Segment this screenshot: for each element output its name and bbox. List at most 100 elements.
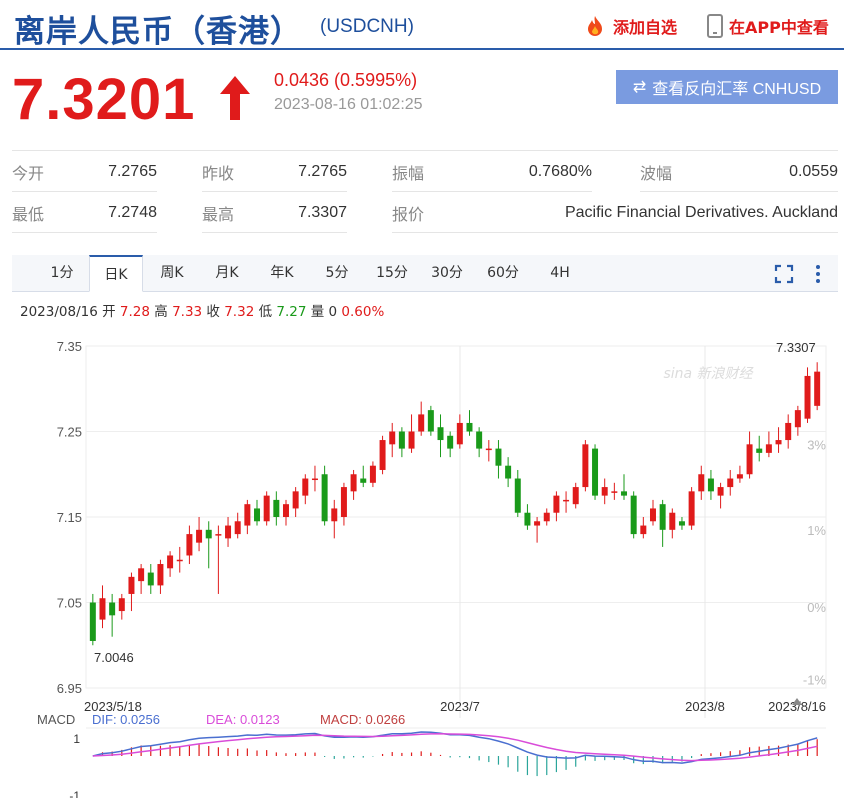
candle-body <box>765 444 772 453</box>
candle <box>109 593 116 637</box>
x-tick-label: 2023/8 <box>685 699 725 714</box>
tab-weekly[interactable]: 周K <box>145 255 199 292</box>
tab-15min[interactable]: 15分 <box>365 255 419 292</box>
pct-tick-label: -1% <box>803 672 827 687</box>
candle-body <box>427 410 434 432</box>
candle-body <box>263 495 270 522</box>
candle-body <box>244 504 251 526</box>
candle-body <box>340 487 347 517</box>
add-watchlist-label: 添加自选 <box>613 18 678 37</box>
fullscreen-icon[interactable] <box>774 264 794 284</box>
view-in-app-button[interactable]: 在APP中查看 <box>707 14 829 38</box>
more-icon[interactable] <box>808 264 828 284</box>
y-tick-label: 7.15 <box>57 510 82 525</box>
macd-tick-label: -1 <box>69 789 80 798</box>
candle <box>659 499 666 547</box>
candle-body <box>389 431 396 445</box>
candle-body <box>360 478 367 483</box>
stat-quote-source: 报价 Pacific Financial Derivatives. Aucklan… <box>392 193 838 233</box>
tab-1min[interactable]: 1分 <box>34 255 90 292</box>
tab-monthly[interactable]: 月K <box>200 255 254 292</box>
y-tick-label: 7.25 <box>57 425 82 440</box>
candle-body <box>89 602 96 641</box>
pct-tick-label: 1% <box>807 523 826 538</box>
add-watchlist-button[interactable]: 添加自选 <box>583 14 677 38</box>
tab-30min[interactable]: 30分 <box>420 255 474 292</box>
candle <box>592 444 599 500</box>
pct-tick-label: 0% <box>807 600 826 615</box>
macd-legend-label: DIF: 0.0256 <box>92 712 160 727</box>
candle-body <box>447 435 454 449</box>
tab-5min[interactable]: 5分 <box>310 255 364 292</box>
candle <box>688 487 695 530</box>
candle <box>485 440 492 462</box>
candle <box>176 546 183 573</box>
stat-low: 最低 7.2748 <box>12 193 157 233</box>
y-tick-label: 7.35 <box>57 339 82 354</box>
x-tick-label: 2023/7 <box>440 699 480 714</box>
candle-body <box>292 491 299 509</box>
candle-body <box>225 525 232 539</box>
candle <box>630 491 637 539</box>
candle-body <box>331 508 338 522</box>
candle <box>495 440 502 479</box>
candlestick-chart[interactable]: sina 新浪财经 7.357.257.157.056.953%1%0%-1%7… <box>0 330 844 798</box>
period-tabs: 1分 日K 周K 月K 年K 5分 15分 30分 60分 4H <box>12 255 838 292</box>
candle <box>369 461 376 488</box>
candle-body <box>649 508 656 522</box>
reverse-rate-label: 查看反向汇率 CNHUSD <box>652 81 822 98</box>
candle <box>215 525 222 594</box>
ohlc-info: 2023/08/16 开 7.28 高 7.33 收 7.32 低 7.27 量… <box>20 304 385 320</box>
candle-body <box>717 487 724 496</box>
candle <box>99 585 106 629</box>
candle <box>302 474 309 505</box>
candle <box>138 564 145 594</box>
stat-amplitude: 振幅 0.7680% <box>392 152 592 192</box>
candle <box>447 431 454 458</box>
candle <box>379 435 386 475</box>
candle <box>147 564 154 594</box>
quote-time: 2023-08-16 01:02:25 <box>274 96 423 113</box>
candle-body <box>466 422 473 432</box>
candle-body <box>196 529 203 543</box>
candle-body <box>553 495 560 513</box>
candle <box>340 482 347 526</box>
chart-axis: 7.35 7.25 7.15 7.05 6.95 3% 1% 0% -1% 7.3307 7.004… <box>57 339 827 714</box>
candle-body <box>543 512 550 522</box>
candle <box>282 499 289 526</box>
tab-daily[interactable]: 日K <box>89 255 143 292</box>
candle <box>118 593 125 620</box>
candle <box>736 465 743 483</box>
candle-body <box>379 440 386 470</box>
y-tick-label: 7.05 <box>57 596 82 611</box>
candle-body <box>398 431 405 449</box>
candle <box>524 504 531 530</box>
tab-60min[interactable]: 60分 <box>475 255 531 292</box>
candle <box>543 508 550 526</box>
candle-body <box>350 474 357 492</box>
candle-body <box>476 431 483 449</box>
reverse-rate-button[interactable]: ⇄ 查看反向汇率 CNHUSD <box>616 70 838 104</box>
candle-body <box>456 422 463 445</box>
candle <box>505 457 512 488</box>
candle-body <box>727 478 734 488</box>
candle-body <box>418 414 425 432</box>
tab-4h[interactable]: 4H <box>532 255 588 292</box>
macd-legend-label: MACD: 0.0266 <box>320 712 405 727</box>
candle <box>331 499 338 539</box>
candle <box>746 431 753 479</box>
candle-body <box>611 491 618 493</box>
price-change: 0.0436 (0.5995%) <box>274 70 418 90</box>
candle-body <box>736 474 743 479</box>
candle-body <box>273 499 280 517</box>
candle-body <box>601 487 608 496</box>
candle-body <box>592 448 599 496</box>
candle-body <box>563 499 570 502</box>
pct-tick-label: 3% <box>807 437 826 452</box>
candle-body <box>756 448 763 453</box>
tab-yearly[interactable]: 年K <box>255 255 309 292</box>
candle-body <box>311 478 318 481</box>
candle <box>717 482 724 509</box>
candle <box>514 469 521 517</box>
candle <box>601 478 608 505</box>
